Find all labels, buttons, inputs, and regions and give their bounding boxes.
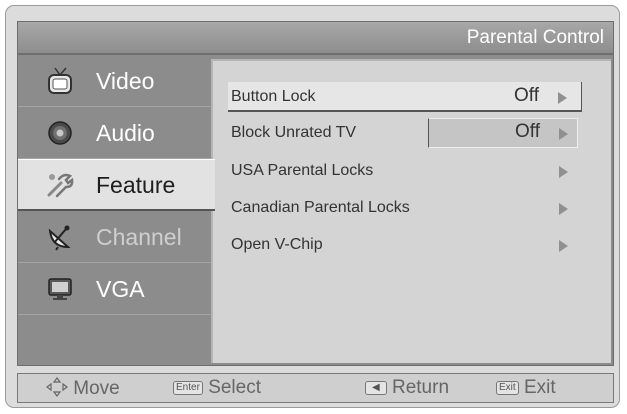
sidebar-item-vga[interactable]: VGA (18, 263, 212, 315)
arrow-right-icon (558, 92, 567, 104)
sidebar-item-label: Channel (96, 224, 182, 250)
row-label: Button Lock (231, 88, 316, 105)
exit-key-icon: Exit (496, 381, 519, 395)
footer-hint-bar: Move Enter Select ◀ Return Exit Exit (17, 373, 614, 403)
monitor-icon (48, 278, 72, 300)
tv-icon (48, 67, 72, 94)
arrow-right-icon (559, 166, 568, 178)
row-value: Off (514, 85, 539, 106)
footer-exit: Exit Exit (496, 377, 556, 399)
return-key-icon: ◀ (365, 381, 387, 395)
sidebar-item-audio[interactable]: Audio (18, 107, 212, 159)
row-label: Canadian Parental Locks (231, 199, 410, 216)
row-label: USA Parental Locks (231, 162, 374, 179)
arrow-right-icon (559, 128, 568, 140)
menu-row-usa-parental-locks[interactable]: USA Parental Locks (228, 156, 582, 186)
menu-row-block-unrated-tv[interactable]: Block Unrated TV Off (228, 118, 582, 148)
move-arrows-icon (46, 377, 68, 397)
sidebar-item-feature[interactable]: Feature (18, 159, 215, 211)
sidebar-item-video[interactable]: Video (18, 55, 212, 107)
menu-row-canadian-parental-locks[interactable]: Canadian Parental Locks (228, 193, 582, 223)
footer-exit-label: Exit (523, 377, 556, 398)
footer-select: Enter Select (173, 377, 261, 399)
sidebar-item-label: VGA (96, 276, 145, 302)
page-title: Parental Control (466, 27, 604, 48)
tools-icon (47, 173, 74, 198)
footer-return-label: Return (391, 377, 450, 398)
enter-key-icon: Enter (173, 381, 203, 395)
arrow-right-icon (559, 240, 568, 252)
footer-move: Move (46, 377, 120, 400)
satellite-dish-icon (48, 225, 71, 251)
sidebar-item-label: Audio (96, 120, 155, 146)
row-label: Block Unrated TV (231, 124, 357, 141)
menu-row-open-v-chip[interactable]: Open V-Chip (228, 230, 582, 260)
settings-list: Button Lock Off Block Unrated TV Off USA… (211, 59, 611, 363)
title-bar: Parental Control (17, 21, 614, 54)
footer-return: ◀ Return (365, 377, 449, 399)
menu-row-button-lock[interactable]: Button Lock Off (228, 82, 582, 112)
arrow-right-icon (559, 203, 568, 215)
footer-select-label: Select (208, 377, 261, 398)
footer-move-label: Move (73, 378, 120, 399)
sidebar-empty-slot (18, 315, 212, 367)
speaker-icon (48, 121, 72, 145)
sidebar-item-label: Video (96, 68, 155, 94)
row-label: Open V-Chip (231, 236, 323, 253)
sidebar-item-label: Feature (96, 172, 176, 198)
sidebar-item-channel[interactable]: Channel (18, 211, 212, 263)
menu-panel: Video Audio Feature Channel VGA Button L… (17, 54, 614, 366)
row-value: Off (515, 121, 540, 142)
